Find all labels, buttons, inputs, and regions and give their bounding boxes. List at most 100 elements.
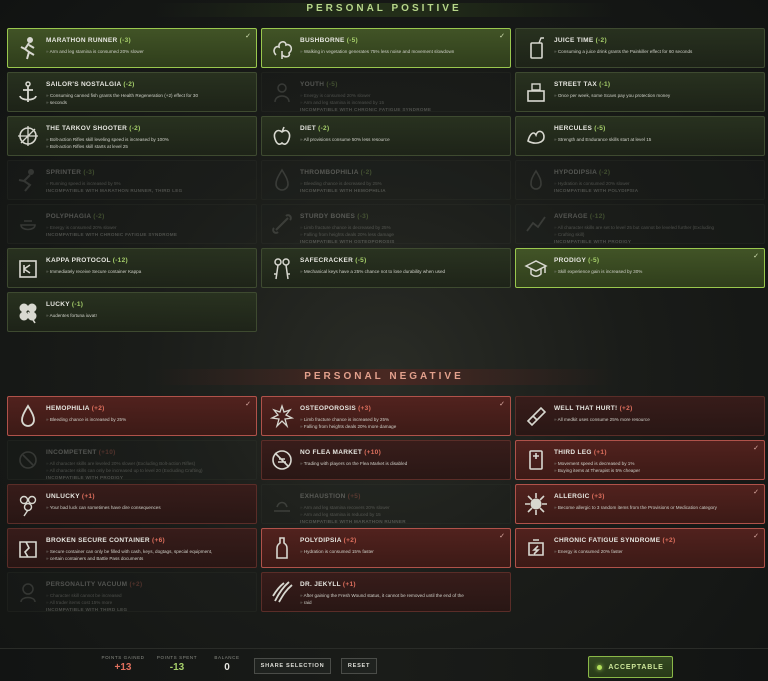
perk-cost: (-5) [588, 257, 600, 264]
perk-cost: (-12) [589, 213, 606, 220]
perk-effect-line: All provisions consume 50% less resource [300, 136, 504, 143]
balance-value: 0 [224, 662, 230, 673]
perk-title: THROMBOPHILIA (-2) [300, 169, 372, 176]
perk-cost: (-2) [598, 169, 611, 176]
perk-card-osteoporosis[interactable]: OSTEOPOROSIS (+3) Limb fracture chance is… [261, 396, 511, 436]
perk-title: OSTEOPOROSIS (+3) [300, 405, 371, 412]
cash-register-icon [522, 78, 550, 106]
perk-effect-line: Limb fracture chance is decreased by 25% [300, 224, 504, 231]
perk-name: NO FLEA MARKET [300, 449, 363, 456]
keys-icon [268, 254, 296, 282]
perk-card-hercules[interactable]: HERCULES (-5) Strength and Endurance skil… [515, 116, 765, 156]
perk-card-juice-time[interactable]: JUICE TIME (-2) Consuming a juice drink g… [515, 28, 765, 68]
bottle-icon [268, 534, 296, 562]
perk-title: HERCULES (-5) [554, 125, 606, 132]
perk-card-safecracker[interactable]: SAFECRACKER (-5) Mechanical keys have a 2… [261, 248, 511, 288]
graduation-cap-icon [522, 254, 550, 282]
perk-title: SAFECRACKER (-5) [300, 257, 367, 264]
broken-bone-icon [268, 402, 296, 430]
perk-description: Hydration is consumed 20% slowerINCOMPAT… [554, 180, 758, 194]
third-leg-icon [522, 446, 550, 474]
perk-name: CHRONIC FATIGUE SYNDROME [554, 537, 661, 544]
checkmark-icon: ✓ [499, 33, 505, 40]
perk-title: THE TARKOV SHOOTER (-2) [46, 125, 141, 132]
perk-card-the-tarkov-shooter[interactable]: THE TARKOV SHOOTER (-2) Bolt-action Rifle… [7, 116, 257, 156]
perk-title: UNLUCKY (+1) [46, 493, 95, 500]
checkmark-icon: ✓ [499, 533, 505, 540]
perk-card-third-leg[interactable]: THIRD LEG (+1) Movement speed is decrease… [515, 440, 765, 480]
perk-card-dr-jekyll[interactable]: DR. JEKYLL (+1) After gaining the Fresh W… [261, 572, 511, 612]
perk-cost: (-3) [83, 169, 95, 176]
perk-title: MARATHON RUNNER (-3) [46, 37, 131, 44]
incompetent-icon [14, 446, 42, 474]
perk-name: THIRD LEG [554, 449, 592, 456]
perk-cost: (+2) [129, 581, 143, 588]
perk-effect-line: Bleeding chance is decreased by 25% [300, 180, 504, 187]
perk-card-allergic[interactable]: ALLERGIC (+3) Become allergic to 3 random… [515, 484, 765, 524]
perk-name: HEMOPHILIA [46, 405, 90, 412]
perk-name: SAFECRACKER [300, 257, 354, 264]
perk-card-kappa-protocol[interactable]: KAPPA PROTOCOL (-12) Immediately receive … [7, 248, 257, 288]
perk-card-polydipsia[interactable]: POLYDIPSIA (+2) Hydration is consumed 15%… [261, 528, 511, 568]
perk-card-diet[interactable]: DIET (-2) All provisions consume 50% less… [261, 116, 511, 156]
perk-card-personality-vacuum: PERSONALITY VACUUM (+2) Character skill c… [7, 572, 257, 612]
perk-card-broken-secure-container[interactable]: BROKEN SECURE CONTAINER (+6) Secure conta… [7, 528, 257, 568]
perk-card-incompetent: INCOMPETENT (+10) All character skills ar… [7, 440, 257, 480]
broken-container-icon [14, 534, 42, 562]
section-title-negative: PERSONAL NEGATIVE [0, 369, 768, 385]
share-selection-button[interactable]: SHARE SELECTION [254, 658, 331, 674]
perk-card-unlucky[interactable]: UNLUCKY (+1) Your bad luck can sometimes … [7, 484, 257, 524]
perk-card-bushborne[interactable]: BUSHBORNE (-5) Walking in vegetation gene… [261, 28, 511, 68]
perk-effect-line: Strength and Endurance skills start at l… [554, 136, 758, 143]
perk-cost: (-3) [357, 213, 369, 220]
perk-effect-line: Movement speed is decreased by 1% [554, 460, 758, 467]
perk-title: DIET (-2) [300, 125, 329, 132]
perk-title: KAPPA PROTOCOL (-12) [46, 257, 128, 264]
perk-incompatibility: INCOMPATIBLE WITH PRODIGY [46, 475, 124, 480]
perk-card-no-flea-market[interactable]: NO FLEA MARKET (+10) Trading with players… [261, 440, 511, 480]
perk-title: BUSHBORNE (-5) [300, 37, 358, 44]
perk-name: INCOMPETENT [46, 449, 97, 456]
perk-effect-line: Arm and leg stamina is increased by 15 [300, 99, 504, 106]
perk-card-prodigy[interactable]: PRODIGY (-5) Skill experience gain is inc… [515, 248, 765, 288]
perk-card-sailor-s-nostalgia[interactable]: SAILOR'S NOSTALGIA (-2) Consuming canned … [7, 72, 257, 112]
perk-cost: (+1) [593, 449, 607, 456]
perk-title: WELL THAT HURT! (+2) [554, 405, 633, 412]
perk-card-chronic-fatigue-syndrome[interactable]: CHRONIC FATIGUE SYNDROME (+2) Energy is c… [515, 528, 765, 568]
blood-drop-icon [14, 402, 42, 430]
points-spent: POINTS SPENT -13 [154, 655, 200, 673]
reset-button[interactable]: RESET [341, 658, 377, 674]
perk-description: Running speed is increased by 5%INCOMPAT… [46, 180, 250, 194]
perk-description: Skill experience gain is increased by 30… [554, 268, 758, 275]
perk-card-street-tax[interactable]: STREET TAX (-1) Once per week, some Scavs… [515, 72, 765, 112]
balance-label: BALANCE [214, 655, 240, 660]
perk-description: All medkit uses consume 25% more resourc… [554, 416, 758, 423]
perk-effect-line: After gaining the Fresh Wound status, it… [300, 592, 504, 599]
perk-effect-line: Consuming canned fish grants the Health … [46, 92, 250, 99]
perk-description: Mechanical keys have a 25% chance not to… [300, 268, 504, 275]
perk-effect-line: Your bad luck can sometimes have dire co… [46, 504, 250, 511]
perk-description: Consuming canned fish grants the Health … [46, 92, 250, 106]
perk-card-marathon-runner[interactable]: MARATHON RUNNER (-3) Arm and leg stamina … [7, 28, 257, 68]
perk-card-well-that-hurt[interactable]: WELL THAT HURT! (+2) All medkit uses cons… [515, 396, 765, 436]
perk-name: POLYPHAGIA [46, 213, 92, 220]
perk-card-lucky[interactable]: LUCKY (-1) Audentes fortuna iuvat! [7, 292, 257, 332]
checkmark-icon: ✓ [753, 489, 759, 496]
perk-card-hypodipsia: HYPODIPSIA (-2) Hydration is consumed 20%… [515, 160, 765, 200]
perk-cost: (+5) [347, 493, 361, 500]
exhaustion-icon [268, 490, 296, 518]
perk-description: Strength and Endurance skills start at l… [554, 136, 758, 143]
perk-cost: (-2) [360, 169, 372, 176]
perk-description: Bolt-action Rifles skill leveling speed … [46, 136, 250, 150]
perk-card-hemophilia[interactable]: HEMOPHILIA (+2) Bleeding chance is increa… [7, 396, 257, 436]
perk-name: LUCKY [46, 301, 70, 308]
acceptable-button[interactable]: ACCEPTABLE [588, 656, 673, 678]
perk-title: YOUTH (-5) [300, 81, 338, 88]
perk-cost: (-2) [595, 37, 607, 44]
perk-incompatibility: INCOMPATIBLE WITH OSTEOPOROSIS [300, 239, 395, 244]
perk-cost: (+2) [91, 405, 105, 412]
perk-name: BROKEN SECURE CONTAINER [46, 537, 150, 544]
perk-effect-line: Audentes fortuna iuvat! [46, 312, 250, 319]
perk-name: YOUTH [300, 81, 325, 88]
perk-cost: (+2) [662, 537, 676, 544]
